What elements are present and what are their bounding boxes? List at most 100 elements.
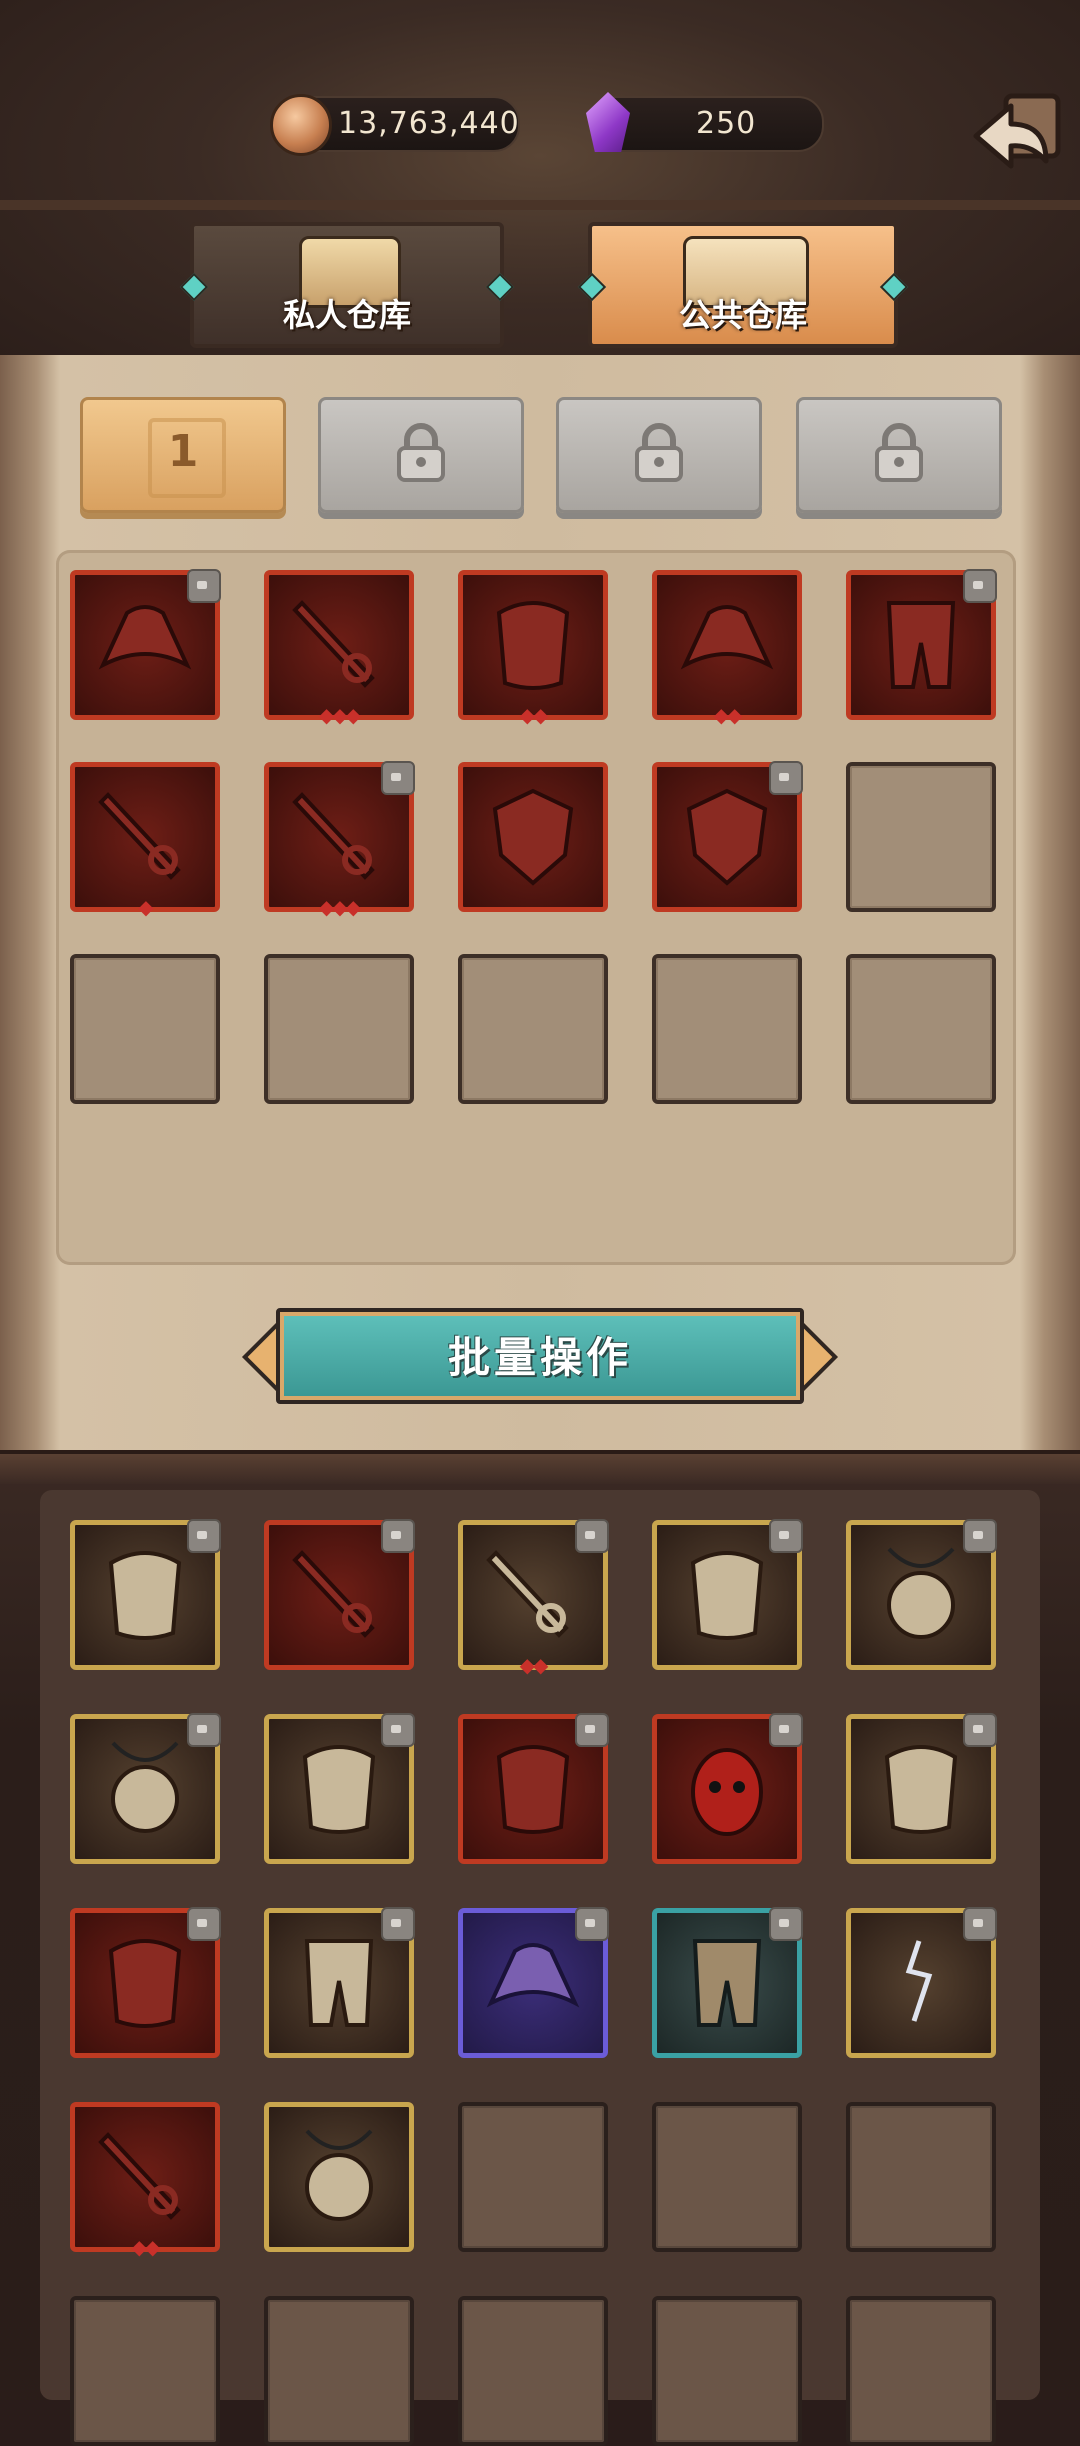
lock-icon xyxy=(381,1713,415,1747)
inventory-item-slot[interactable] xyxy=(70,1907,221,2058)
page-tab-2-locked[interactable] xyxy=(318,397,524,513)
lock-icon xyxy=(769,1907,803,1941)
storage-item-slot[interactable] xyxy=(652,761,803,912)
lion-amulet-icon xyxy=(305,2129,373,2221)
lock-icon xyxy=(381,1519,415,1553)
inventory-item-slot[interactable]: ◆◆ xyxy=(458,1519,609,1677)
top-bar: 13,763,440 250 私人仓库 公共仓库 xyxy=(0,0,1080,390)
rank-diamonds: ◆◆◆ xyxy=(318,703,361,727)
tab-private-label: 私人仓库 xyxy=(282,296,411,334)
lock-icon xyxy=(963,1713,997,1747)
lock-icon xyxy=(769,761,803,795)
page-tab-number: 1 xyxy=(167,426,199,477)
padlock-icon xyxy=(875,423,923,482)
inventory-item-slot[interactable] xyxy=(70,1519,221,1670)
padlock-icon xyxy=(397,423,445,482)
shield-icon xyxy=(492,788,574,886)
lock-icon xyxy=(575,1713,609,1747)
inventory-item-slot[interactable] xyxy=(652,1713,803,1864)
lock-icon xyxy=(187,1713,221,1747)
inventory-empty-slot xyxy=(70,2296,220,2446)
storage-empty-slot xyxy=(846,954,996,1104)
sword-icon xyxy=(292,600,375,688)
lock-icon xyxy=(963,569,997,603)
storage-empty-slot xyxy=(264,954,414,1104)
inventory-item-slot[interactable] xyxy=(264,1713,415,1864)
inventory-item-slot[interactable]: ◆◆ xyxy=(70,2102,220,2259)
inventory-item-slot[interactable] xyxy=(652,1519,803,1670)
lock-icon xyxy=(381,761,415,795)
inventory-empty-slot xyxy=(458,2102,608,2252)
rank-diamonds: ◆◆ xyxy=(519,1653,549,1677)
storage-item-slot[interactable] xyxy=(458,762,608,912)
lock-icon xyxy=(187,1907,221,1941)
demon-mask-icon xyxy=(691,1748,763,1836)
storage-empty-slot xyxy=(652,954,802,1104)
claw-icon xyxy=(496,1745,570,1834)
storage-item-slot[interactable]: ◆ xyxy=(70,762,220,919)
storage-item-slot[interactable]: ◆◆ xyxy=(458,570,608,727)
inventory-grid: ◆◆ ◆◆ xyxy=(40,1490,1040,2446)
gold-coin-icon xyxy=(270,94,332,156)
armor-icon xyxy=(496,601,570,690)
feather-cloak-icon xyxy=(690,1551,764,1640)
lock-icon xyxy=(381,1907,415,1941)
scimitar-icon xyxy=(292,1550,375,1638)
page-tab-3-locked[interactable] xyxy=(556,397,762,513)
inventory-empty-slot xyxy=(846,2296,996,2446)
storage-item-slot[interactable]: ◆◆◆ xyxy=(264,761,415,919)
back-arrow-icon xyxy=(973,93,1061,169)
lock-icon xyxy=(187,1519,221,1553)
storage-empty-slot xyxy=(458,954,608,1104)
storage-empty-slot xyxy=(70,954,220,1104)
inventory-empty-slot xyxy=(652,2102,802,2252)
feather-cloak-icon xyxy=(302,1745,376,1834)
winged-boots-icon xyxy=(304,1939,374,2027)
rank-diamonds: ◆◆ xyxy=(131,2235,161,2259)
storage-item-slot[interactable] xyxy=(846,569,997,720)
staff-icon xyxy=(486,1550,569,1638)
inventory-item-slot[interactable] xyxy=(652,1907,803,2058)
inventory-item-slot[interactable] xyxy=(264,2102,414,2252)
boots-icon xyxy=(886,601,956,689)
lightning-ring-icon xyxy=(905,1940,933,2022)
page-tab-1[interactable]: 1 xyxy=(80,397,286,513)
lock-icon xyxy=(575,1519,609,1553)
inventory-item-slot[interactable] xyxy=(458,1907,609,2058)
gold-counter[interactable]: 13,763,440 xyxy=(270,94,520,156)
greatsword-icon xyxy=(98,2132,181,2220)
hat-icon xyxy=(680,605,774,670)
inventory-empty-slot xyxy=(652,2296,802,2446)
inventory-item-slot[interactable] xyxy=(458,1713,609,1864)
wizard-hat-icon xyxy=(486,1943,580,2008)
armor-icon xyxy=(108,1551,182,1640)
storage-item-slot[interactable]: ◆◆ xyxy=(652,570,802,727)
lock-icon xyxy=(963,1907,997,1941)
tab-private-warehouse[interactable]: 私人仓库 xyxy=(179,222,515,348)
back-button[interactable] xyxy=(966,86,1066,186)
storage-item-slot[interactable] xyxy=(70,569,221,720)
inventory-panel: ◆◆ ◆◆ xyxy=(0,1450,1080,2446)
inventory-item-slot[interactable] xyxy=(70,1713,221,1864)
batch-operation-button[interactable]: 批量操作 xyxy=(241,1300,839,1412)
page-tab-4-locked[interactable] xyxy=(796,397,1002,513)
inventory-item-slot[interactable] xyxy=(264,1519,415,1670)
storage-grid: ◆◆◆ ◆◆ ◆◆ ◆ ◆◆◆ xyxy=(56,550,1016,1265)
inventory-empty-slot xyxy=(846,2102,996,2252)
storage-item-slot[interactable]: ◆◆◆ xyxy=(264,570,414,727)
padlock-icon xyxy=(635,423,683,482)
tab-public-warehouse[interactable]: 公共仓库 xyxy=(577,222,909,348)
dagger-icon xyxy=(292,792,375,880)
inventory-item-slot[interactable] xyxy=(846,1519,997,1670)
inventory-empty-slot xyxy=(264,2296,414,2446)
inventory-item-slot[interactable] xyxy=(846,1907,997,2058)
inventory-item-slot[interactable] xyxy=(264,1907,415,2058)
inventory-item-slot[interactable] xyxy=(846,1713,997,1864)
gem-counter[interactable]: 250 xyxy=(586,92,824,152)
gem-amulet-icon xyxy=(111,1741,179,1833)
pants-icon xyxy=(692,1939,762,2027)
rank-diamonds: ◆◆ xyxy=(713,703,743,727)
tab-public-label: 公共仓库 xyxy=(678,296,807,334)
storage-empty-slot xyxy=(846,762,996,912)
purple-gem-icon xyxy=(586,92,630,152)
